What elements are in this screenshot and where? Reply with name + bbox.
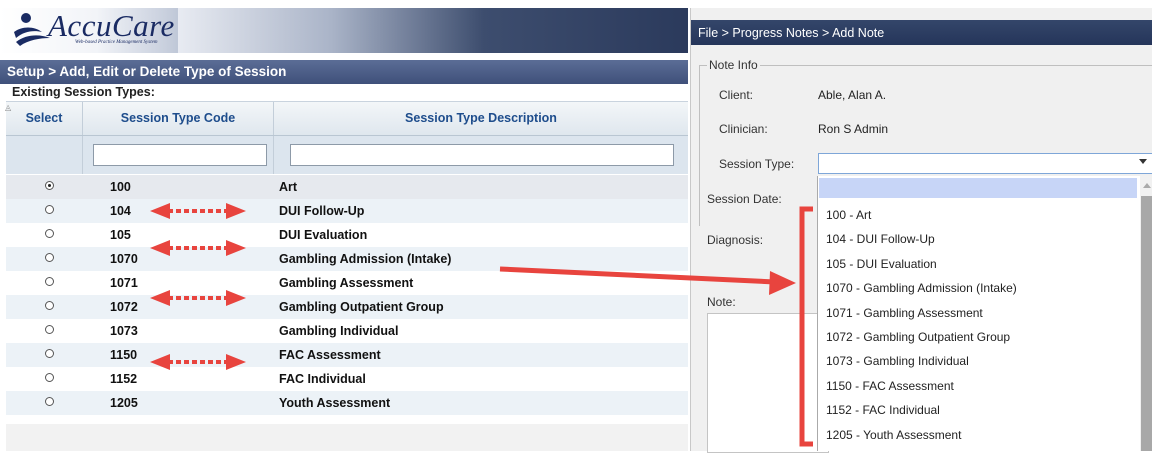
session-type-code: 104 <box>110 204 131 218</box>
diagnosis-label: Diagnosis: <box>707 233 764 247</box>
description-filter-input[interactable] <box>290 144 674 166</box>
filter-cell-select <box>6 136 83 174</box>
session-type-description: Youth Assessment <box>279 396 391 410</box>
session-type-description: Gambling Admission (Intake) <box>279 252 452 266</box>
dropdown-option[interactable]: 1150 - FAC Assessment <box>826 379 954 393</box>
accucare-logo: AccuCare Web-based Practice Management S… <box>12 8 182 52</box>
filter-cell-code <box>83 136 274 174</box>
grid-header: ◬ Select Session Type Code Session Type … <box>5 102 688 136</box>
clinician-value: Ron S Admin <box>818 122 889 136</box>
row-select-radio[interactable] <box>45 277 54 286</box>
table-row[interactable]: 1073 Gambling Individual <box>6 319 688 343</box>
dropdown-option[interactable]: 1072 - Gambling Outpatient Group <box>826 330 1010 344</box>
table-row[interactable]: 1150 FAC Assessment <box>6 343 688 367</box>
column-header-select[interactable]: ◬ Select <box>5 102 83 135</box>
table-row[interactable]: 1071 Gambling Assessment <box>6 271 688 295</box>
page-title-bar: Setup > Add, Edit or Delete Type of Sess… <box>0 60 688 84</box>
row-select-radio[interactable] <box>45 205 54 214</box>
row-select-radio[interactable] <box>45 325 54 334</box>
dropdown-option[interactable]: 1070 - Gambling Admission (Intake) <box>826 281 1017 295</box>
filter-cell-description <box>274 136 688 174</box>
app-banner: AccuCare Web-based Practice Management S… <box>0 8 688 53</box>
row-select-radio[interactable] <box>45 373 54 382</box>
client-value: Able, Alan A. <box>818 88 887 102</box>
row-select-radio[interactable] <box>45 229 54 238</box>
session-type-code: 1072 <box>110 300 138 314</box>
client-label: Client: <box>719 88 754 102</box>
session-types-setup-panel: AccuCare Web-based Practice Management S… <box>0 0 688 451</box>
row-select-radio[interactable] <box>45 181 54 190</box>
session-type-code: 1070 <box>110 252 138 266</box>
table-row[interactable]: 1072 Gambling Outpatient Group <box>6 295 688 319</box>
row-select-radio[interactable] <box>45 301 54 310</box>
session-type-description: Gambling Assessment <box>279 276 414 290</box>
session-type-code: 100 <box>110 180 131 194</box>
code-filter-input[interactable] <box>93 144 267 166</box>
sort-indicator-icon: ◬ <box>5 103 12 112</box>
session-type-dropdown-list[interactable]: 100 - Art 104 - DUI Follow-Up 105 - DUI Ev… <box>817 176 1152 451</box>
table-row[interactable]: 1152 FAC Individual <box>6 367 688 391</box>
dropdown-empty-option[interactable] <box>819 178 1137 198</box>
session-type-code: 1071 <box>110 276 138 290</box>
session-type-description: FAC Assessment <box>279 348 381 362</box>
column-header-code[interactable]: Session Type Code <box>83 102 274 135</box>
clinician-label: Clinician: <box>719 122 768 136</box>
logo-wordmark: AccuCare <box>48 8 175 43</box>
dropdown-option[interactable]: 100 - Art <box>826 208 871 222</box>
session-types-grid: ◬ Select Session Type Code Session Type … <box>5 101 688 428</box>
table-row[interactable]: 100 Art <box>6 175 688 199</box>
session-type-description: Gambling Outpatient Group <box>279 300 444 314</box>
session-type-code: 1073 <box>110 324 138 338</box>
session-type-description: FAC Individual <box>279 372 366 386</box>
dropdown-option[interactable]: 1205 - Youth Assessment <box>826 428 961 442</box>
dropdown-option[interactable]: 104 - DUI Follow-Up <box>826 232 935 246</box>
add-note-dialog: File > Progress Notes > Add Note Note In… <box>690 8 1152 453</box>
session-type-description: Gambling Individual <box>279 324 399 338</box>
session-type-description: DUI Follow-Up <box>279 204 365 218</box>
table-row[interactable]: 104 DUI Follow-Up <box>6 199 688 223</box>
table-row[interactable]: 1205 Youth Assessment <box>6 391 688 415</box>
session-type-code: 1205 <box>110 396 138 410</box>
session-type-description: Art <box>279 180 298 194</box>
note-textarea[interactable] <box>707 313 829 453</box>
table-row[interactable]: 105 DUI Evaluation <box>6 223 688 247</box>
session-type-description: DUI Evaluation <box>279 228 368 242</box>
dropdown-option[interactable]: 105 - DUI Evaluation <box>826 257 937 271</box>
session-type-code: 1150 <box>110 348 138 362</box>
session-type-code: 105 <box>110 228 131 242</box>
session-type-code: 1152 <box>110 372 138 386</box>
scrollbar-thumb[interactable] <box>1141 196 1152 451</box>
session-type-select[interactable] <box>818 153 1152 174</box>
grid-footer <box>6 424 688 451</box>
dropdown-scrollbar[interactable] <box>1140 176 1152 451</box>
banner-gradient <box>178 8 688 53</box>
dropdown-option[interactable]: 1073 - Gambling Individual <box>826 354 969 368</box>
dropdown-option[interactable]: 1071 - Gambling Assessment <box>826 306 983 320</box>
note-info-legend: Note Info <box>707 58 760 72</box>
existing-session-types-label: Existing Session Types: <box>12 85 155 99</box>
table-row[interactable]: 1070 Gambling Admission (Intake) <box>6 247 688 271</box>
dropdown-option[interactable]: 1152 - FAC Individual <box>826 403 940 417</box>
session-date-label: Session Date: <box>707 192 782 206</box>
scroll-up-icon[interactable] <box>1143 183 1151 188</box>
dialog-title: File > Progress Notes > Add Note <box>698 26 885 40</box>
logo-swoosh-icon <box>14 13 50 46</box>
note-label: Note: <box>707 295 736 309</box>
row-select-radio[interactable] <box>45 253 54 262</box>
column-header-description[interactable]: Session Type Description <box>274 102 688 135</box>
row-select-radio[interactable] <box>45 349 54 358</box>
grid-filter-row <box>6 136 688 174</box>
dialog-title-bar: File > Progress Notes > Add Note <box>691 20 1152 45</box>
chevron-down-icon[interactable] <box>1139 159 1147 164</box>
row-select-radio[interactable] <box>45 397 54 406</box>
logo-tagline: Web-based Practice Management System <box>75 40 158 45</box>
session-type-label: Session Type: <box>719 157 795 171</box>
page-title: Setup > Add, Edit or Delete Type of Sess… <box>7 64 287 79</box>
